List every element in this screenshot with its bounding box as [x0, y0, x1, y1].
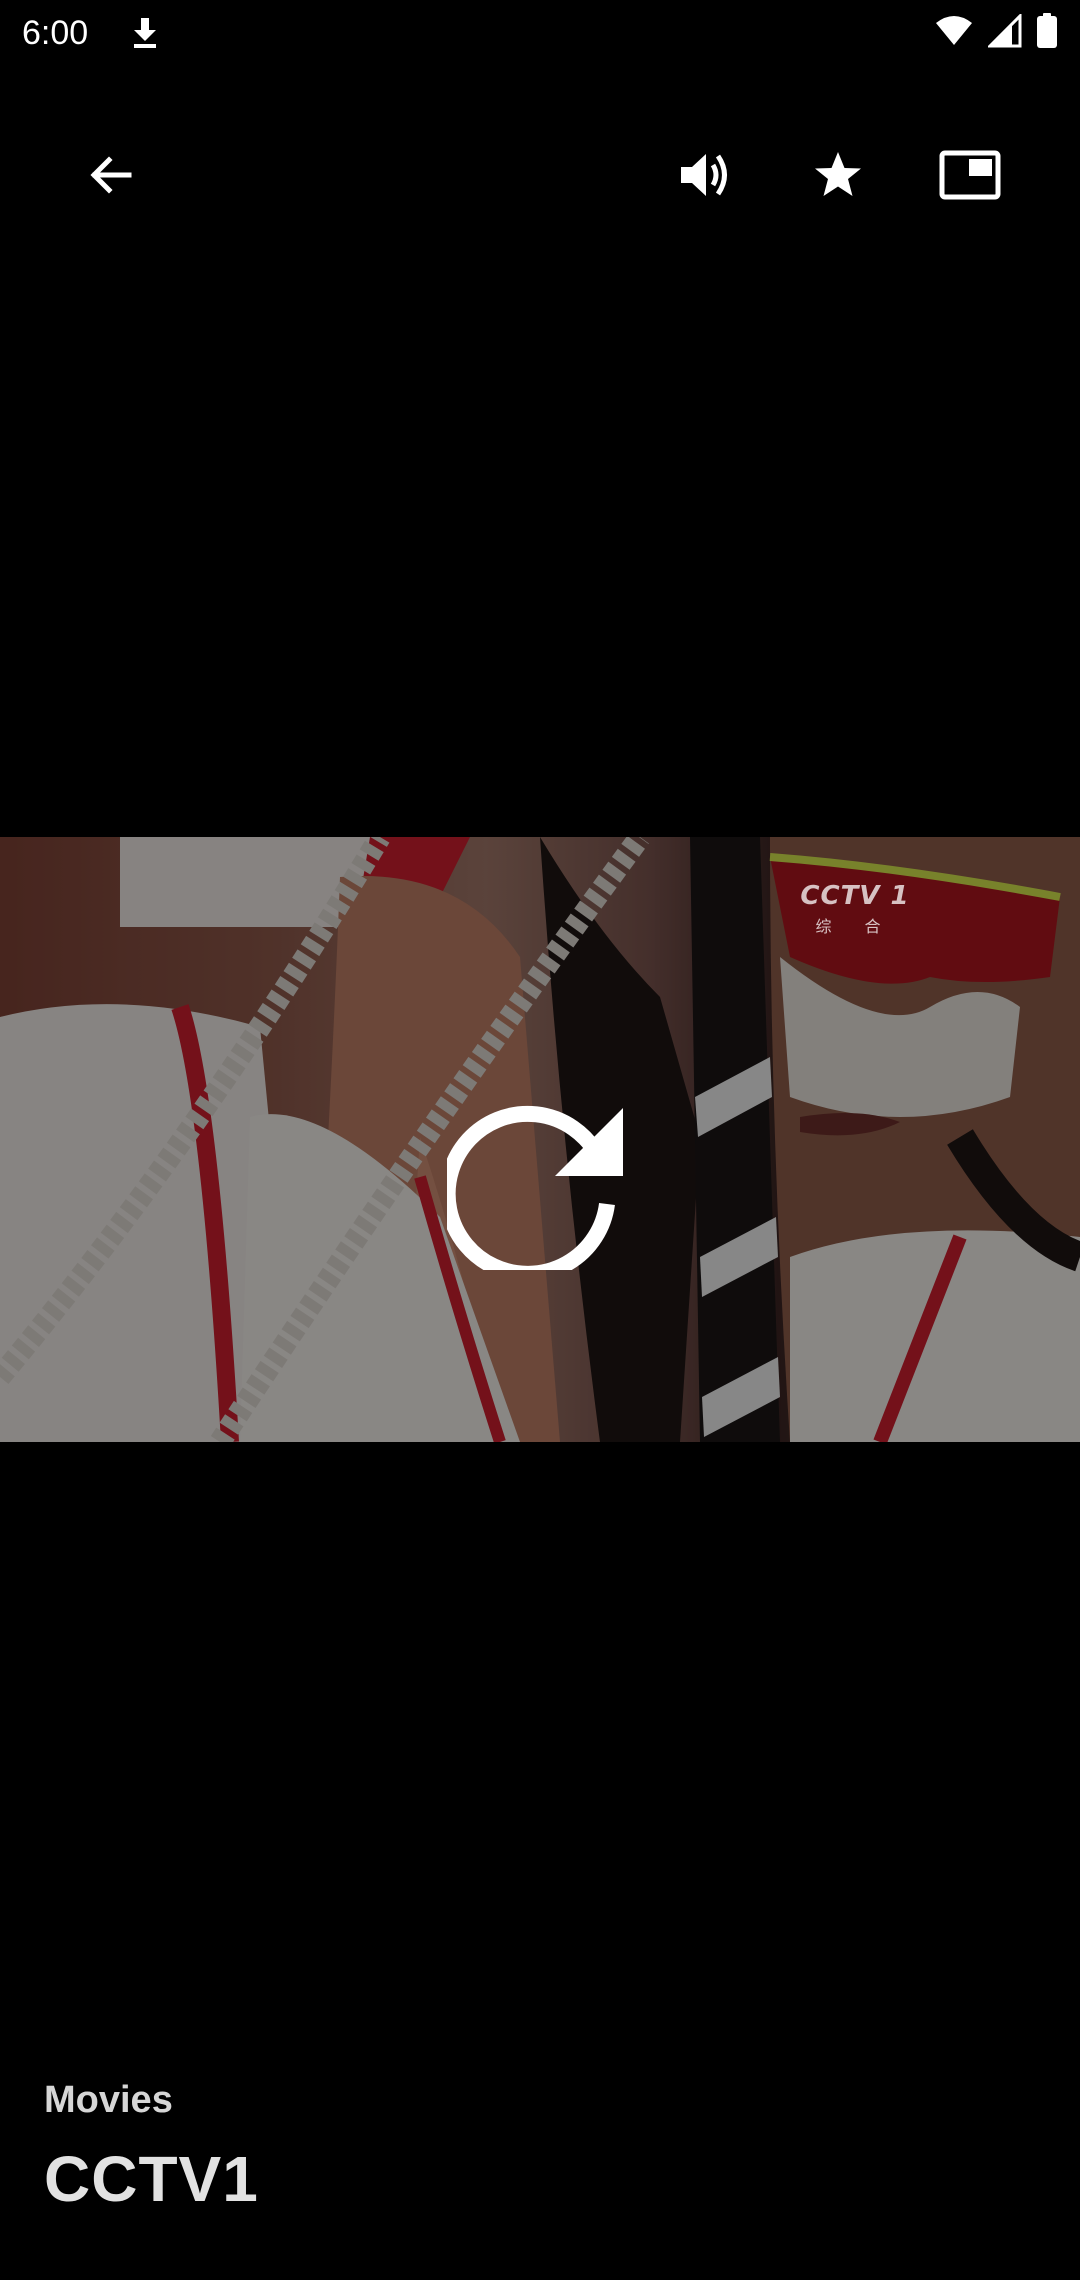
player-screen: 6:00 CCTV 1 综 合 Movies CCTV1 — [0, 0, 1080, 2280]
program-info: Movies CCTV1 — [44, 2070, 944, 2224]
player-toolbar — [0, 120, 1080, 230]
picture-in-picture-button[interactable] — [915, 120, 1025, 230]
program-category: Movies — [44, 2079, 173, 2121]
download-icon — [130, 16, 160, 50]
volume-icon — [681, 154, 727, 196]
back-button[interactable] — [55, 120, 165, 230]
battery-icon — [1036, 12, 1058, 54]
channel-watermark: CCTV 1 综 合 — [790, 881, 920, 941]
status-icons — [934, 11, 1058, 54]
favorite-button[interactable] — [783, 120, 893, 230]
wifi-icon — [934, 15, 974, 52]
watermark-sub: 综 合 — [815, 917, 895, 936]
channel-title: CCTV1 — [44, 2143, 259, 2215]
watermark-main: CCTV 1 — [800, 881, 910, 911]
status-bar: 6:00 — [0, 0, 1080, 66]
picture-in-picture-icon — [939, 150, 1001, 200]
replay-icon — [447, 1105, 623, 1270]
signal-icon — [986, 11, 1022, 53]
volume-button[interactable] — [650, 120, 760, 230]
replay-button[interactable] — [440, 1077, 640, 1277]
star-icon — [815, 152, 861, 196]
back-arrow-icon — [90, 156, 132, 194]
status-time: 6:00 — [22, 14, 89, 52]
